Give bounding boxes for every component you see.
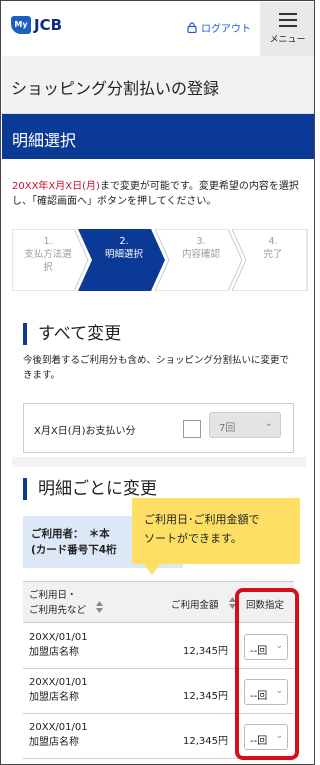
- logo-my-mark: My: [11, 16, 31, 34]
- menu-button[interactable]: メニュー: [260, 2, 314, 56]
- lock-icon: [187, 22, 197, 33]
- sort-tooltip-text: ご利用日･ご利用金額で ソートができます。: [144, 513, 260, 545]
- notice-text: 20XX年X月X日(月)まで変更が可能です。変更希望の内容を選択し、「確認画面へ…: [12, 179, 308, 209]
- logout-link[interactable]: ログアウト: [187, 20, 251, 35]
- step-indicator: 1. 支払方法選 択 2. 明細選択 3. 内容確認 4. 完了: [12, 229, 308, 291]
- col-date-header[interactable]: ご利用日・ ご利用先など: [29, 588, 86, 618]
- chevron-down-icon: ⌄: [264, 418, 273, 429]
- col-amount-header[interactable]: ご利用金額: [171, 597, 219, 611]
- page-title-band: ショッピング分割払いの登録: [2, 56, 314, 114]
- all-change-checkbox[interactable]: [183, 420, 201, 438]
- step-2: 2. 明細選択: [104, 236, 143, 260]
- payment-label: X月X日(月)お支払い分: [34, 426, 136, 437]
- menu-label: メニュー: [269, 35, 306, 45]
- logo-jcb-text: JCB: [34, 16, 63, 34]
- all-change-select-value: 7回: [219, 423, 236, 434]
- sort-date-icon[interactable]: [96, 601, 103, 613]
- row-amount: 12,345円: [183, 736, 228, 747]
- page-title: ショッピング分割払いの登録: [11, 79, 220, 98]
- per-item-title: 明細ごとに変更: [23, 478, 157, 500]
- jcb-logo[interactable]: My JCB: [11, 16, 62, 34]
- step-4: 4. 完了: [263, 236, 283, 260]
- tooltip-tail: [142, 562, 162, 575]
- row-date-merchant: 20XX/01/01 加盟店名称: [29, 632, 88, 658]
- section-band-title: 明細選択: [12, 131, 77, 150]
- all-change-select[interactable]: 7回 ⌄: [209, 412, 281, 438]
- deadline-text: 20XX年X月X日(月): [12, 181, 100, 192]
- sort-tooltip: ご利用日･ご利用金額で ソートができます。: [132, 498, 300, 564]
- row-date-merchant: 20XX/01/01 加盟店名称: [29, 722, 88, 748]
- section-band: 明細選択: [2, 114, 314, 159]
- user-info-label: ご利用者： ＊本 (カード番号下4桁: [31, 528, 117, 556]
- row-date-merchant: 20XX/01/01 加盟店名称: [29, 677, 88, 703]
- row-amount: 12,345円: [183, 646, 228, 657]
- all-change-row: X月X日(月)お支払い分 7回 ⌄: [23, 403, 294, 453]
- row-amount: 12,345円: [183, 691, 228, 702]
- all-change-title: すべて変更: [23, 323, 121, 345]
- step-1: 1. 支払方法選 択: [24, 236, 72, 273]
- logout-label: ログアウト: [201, 24, 251, 35]
- installment-column-highlight: [235, 588, 299, 760]
- all-change-description: 今後到着するご利用分も含め、ショッピング分割払いに変更できます。: [23, 355, 290, 381]
- hamburger-icon: [278, 13, 297, 27]
- top-header: My JCB ログアウト メニュー: [2, 2, 314, 56]
- page-frame: My JCB ログアウト メニュー ショッピング分割払いの登録 明細選択 20X…: [0, 0, 315, 765]
- step-3: 3. 内容確認: [181, 236, 220, 260]
